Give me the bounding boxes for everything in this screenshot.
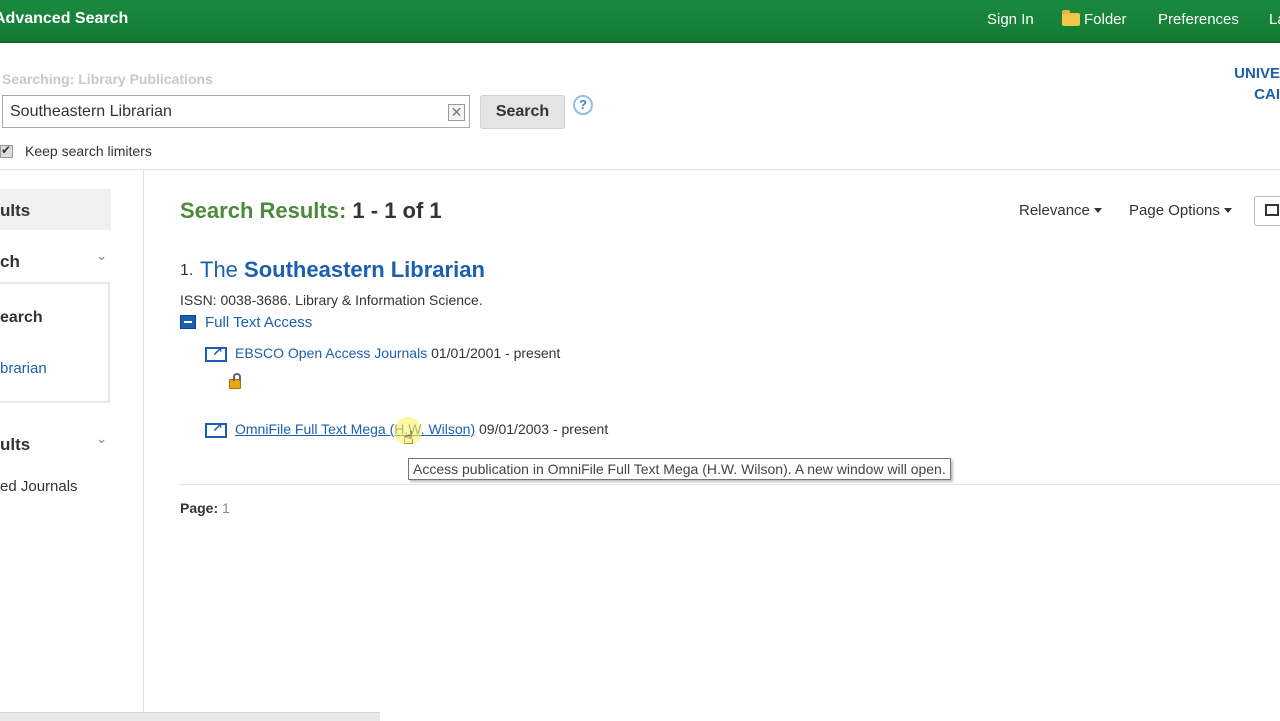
keep-limiters-label: Keep search limiters	[25, 143, 152, 159]
sidebar-limit-results-heading[interactable]: ults ⌄	[0, 425, 111, 466]
top-nav-bar: Advanced Search Sign In Folder Preferenc…	[0, 0, 1280, 43]
sidebar-heading-label: ch	[0, 252, 20, 271]
preferences-link[interactable]: Preferences	[1158, 11, 1239, 28]
result-title-bold: Southeastern Librarian	[244, 257, 485, 282]
sidebar-box-link[interactable]: brarian	[0, 360, 47, 377]
collection-link-omnifile[interactable]: OmniFile Full Text Mega (H.W. Wilson)	[235, 421, 475, 437]
share-button[interactable]	[1254, 196, 1280, 226]
issn-line: ISSN: 0038-3686. Library & Information S…	[180, 292, 483, 308]
chevron-down-icon[interactable]: ⌄	[96, 248, 107, 264]
language-link[interactable]: La	[1269, 11, 1280, 28]
divider	[0, 169, 1280, 170]
result-title-prefix: The	[200, 257, 238, 282]
relevance-sort-dropdown[interactable]: Relevance	[1019, 202, 1102, 219]
results-heading: Search Results: 1 - 1 of 1	[180, 198, 442, 224]
collection-dates: 09/01/2003 - present	[479, 421, 609, 437]
page-title[interactable]: Advanced Search	[0, 10, 128, 28]
pagination: Page: 1	[180, 500, 230, 516]
caret-down-icon	[1223, 208, 1232, 213]
caret-down-icon	[1093, 208, 1102, 213]
search-button[interactable]: Search	[480, 95, 565, 129]
sidebar-search-box: earch brarian	[0, 282, 110, 403]
sidebar-item-peer-reviewed-journals[interactable]: ed Journals	[0, 478, 78, 495]
collection-link-ebsco[interactable]: EBSCO Open Access Journals	[235, 345, 427, 361]
folder-link[interactable]: Folder	[1062, 10, 1127, 28]
clear-icon[interactable]: ✕	[448, 104, 465, 121]
collapse-icon[interactable]	[180, 315, 196, 329]
result-title-link[interactable]: The Southeastern Librarian	[200, 257, 485, 283]
page-options-label: Page Options	[1129, 202, 1220, 219]
external-link-icon	[205, 420, 227, 438]
logo-line-2: CAI	[1254, 86, 1280, 103]
help-icon[interactable]: ?	[573, 95, 593, 115]
result-number: 1.	[180, 262, 194, 279]
sign-in-link[interactable]: Sign In	[987, 11, 1034, 28]
results-heading-label: Search Results:	[180, 198, 347, 223]
tooltip: Access publication in OmniFile Full Text…	[408, 458, 951, 480]
sidebar-heading-label: ults	[0, 201, 31, 220]
open-lock-icon	[229, 373, 241, 389]
results-heading-range: 1 - 1 of 1	[352, 198, 442, 223]
relevance-label: Relevance	[1019, 202, 1090, 219]
page-options-dropdown[interactable]: Page Options	[1129, 202, 1232, 219]
page-number[interactable]: 1	[222, 500, 230, 516]
folder-icon	[1062, 10, 1080, 26]
divider	[180, 484, 1280, 485]
hand-cursor-icon: ☝	[403, 428, 414, 448]
collection-dates: 01/01/2001 - present	[431, 345, 561, 361]
logo-line-1: UNIVE	[1234, 65, 1280, 82]
chevron-down-icon[interactable]: ⌄	[96, 431, 107, 447]
search-input[interactable]	[10, 101, 430, 123]
page-label: Page:	[180, 500, 219, 516]
searching-label: Searching: Library Publications	[2, 71, 213, 87]
sidebar-heading-label: ults	[0, 435, 31, 454]
share-icon	[1265, 204, 1279, 216]
sidebar: ults ch ⌄ earch brarian ults ⌄ ed Journa…	[0, 170, 144, 720]
keep-limiters-checkbox[interactable]	[0, 143, 13, 158]
full-text-access-link[interactable]: Full Text Access	[205, 314, 312, 331]
external-link-icon	[205, 344, 227, 362]
search-box: ✕	[2, 95, 470, 128]
sidebar-refine-results-heading[interactable]: ults	[0, 189, 111, 230]
collection-row: EBSCO Open Access Journals 01/01/2001 - …	[235, 345, 560, 361]
keep-limiters[interactable]: Keep search limiters	[0, 143, 152, 159]
university-logo[interactable]: UNIVE CAI	[1234, 63, 1280, 105]
folder-label: Folder	[1084, 11, 1127, 28]
sidebar-box-heading: earch	[0, 309, 43, 326]
sidebar-current-search-heading[interactable]: ch ⌄	[0, 242, 111, 283]
